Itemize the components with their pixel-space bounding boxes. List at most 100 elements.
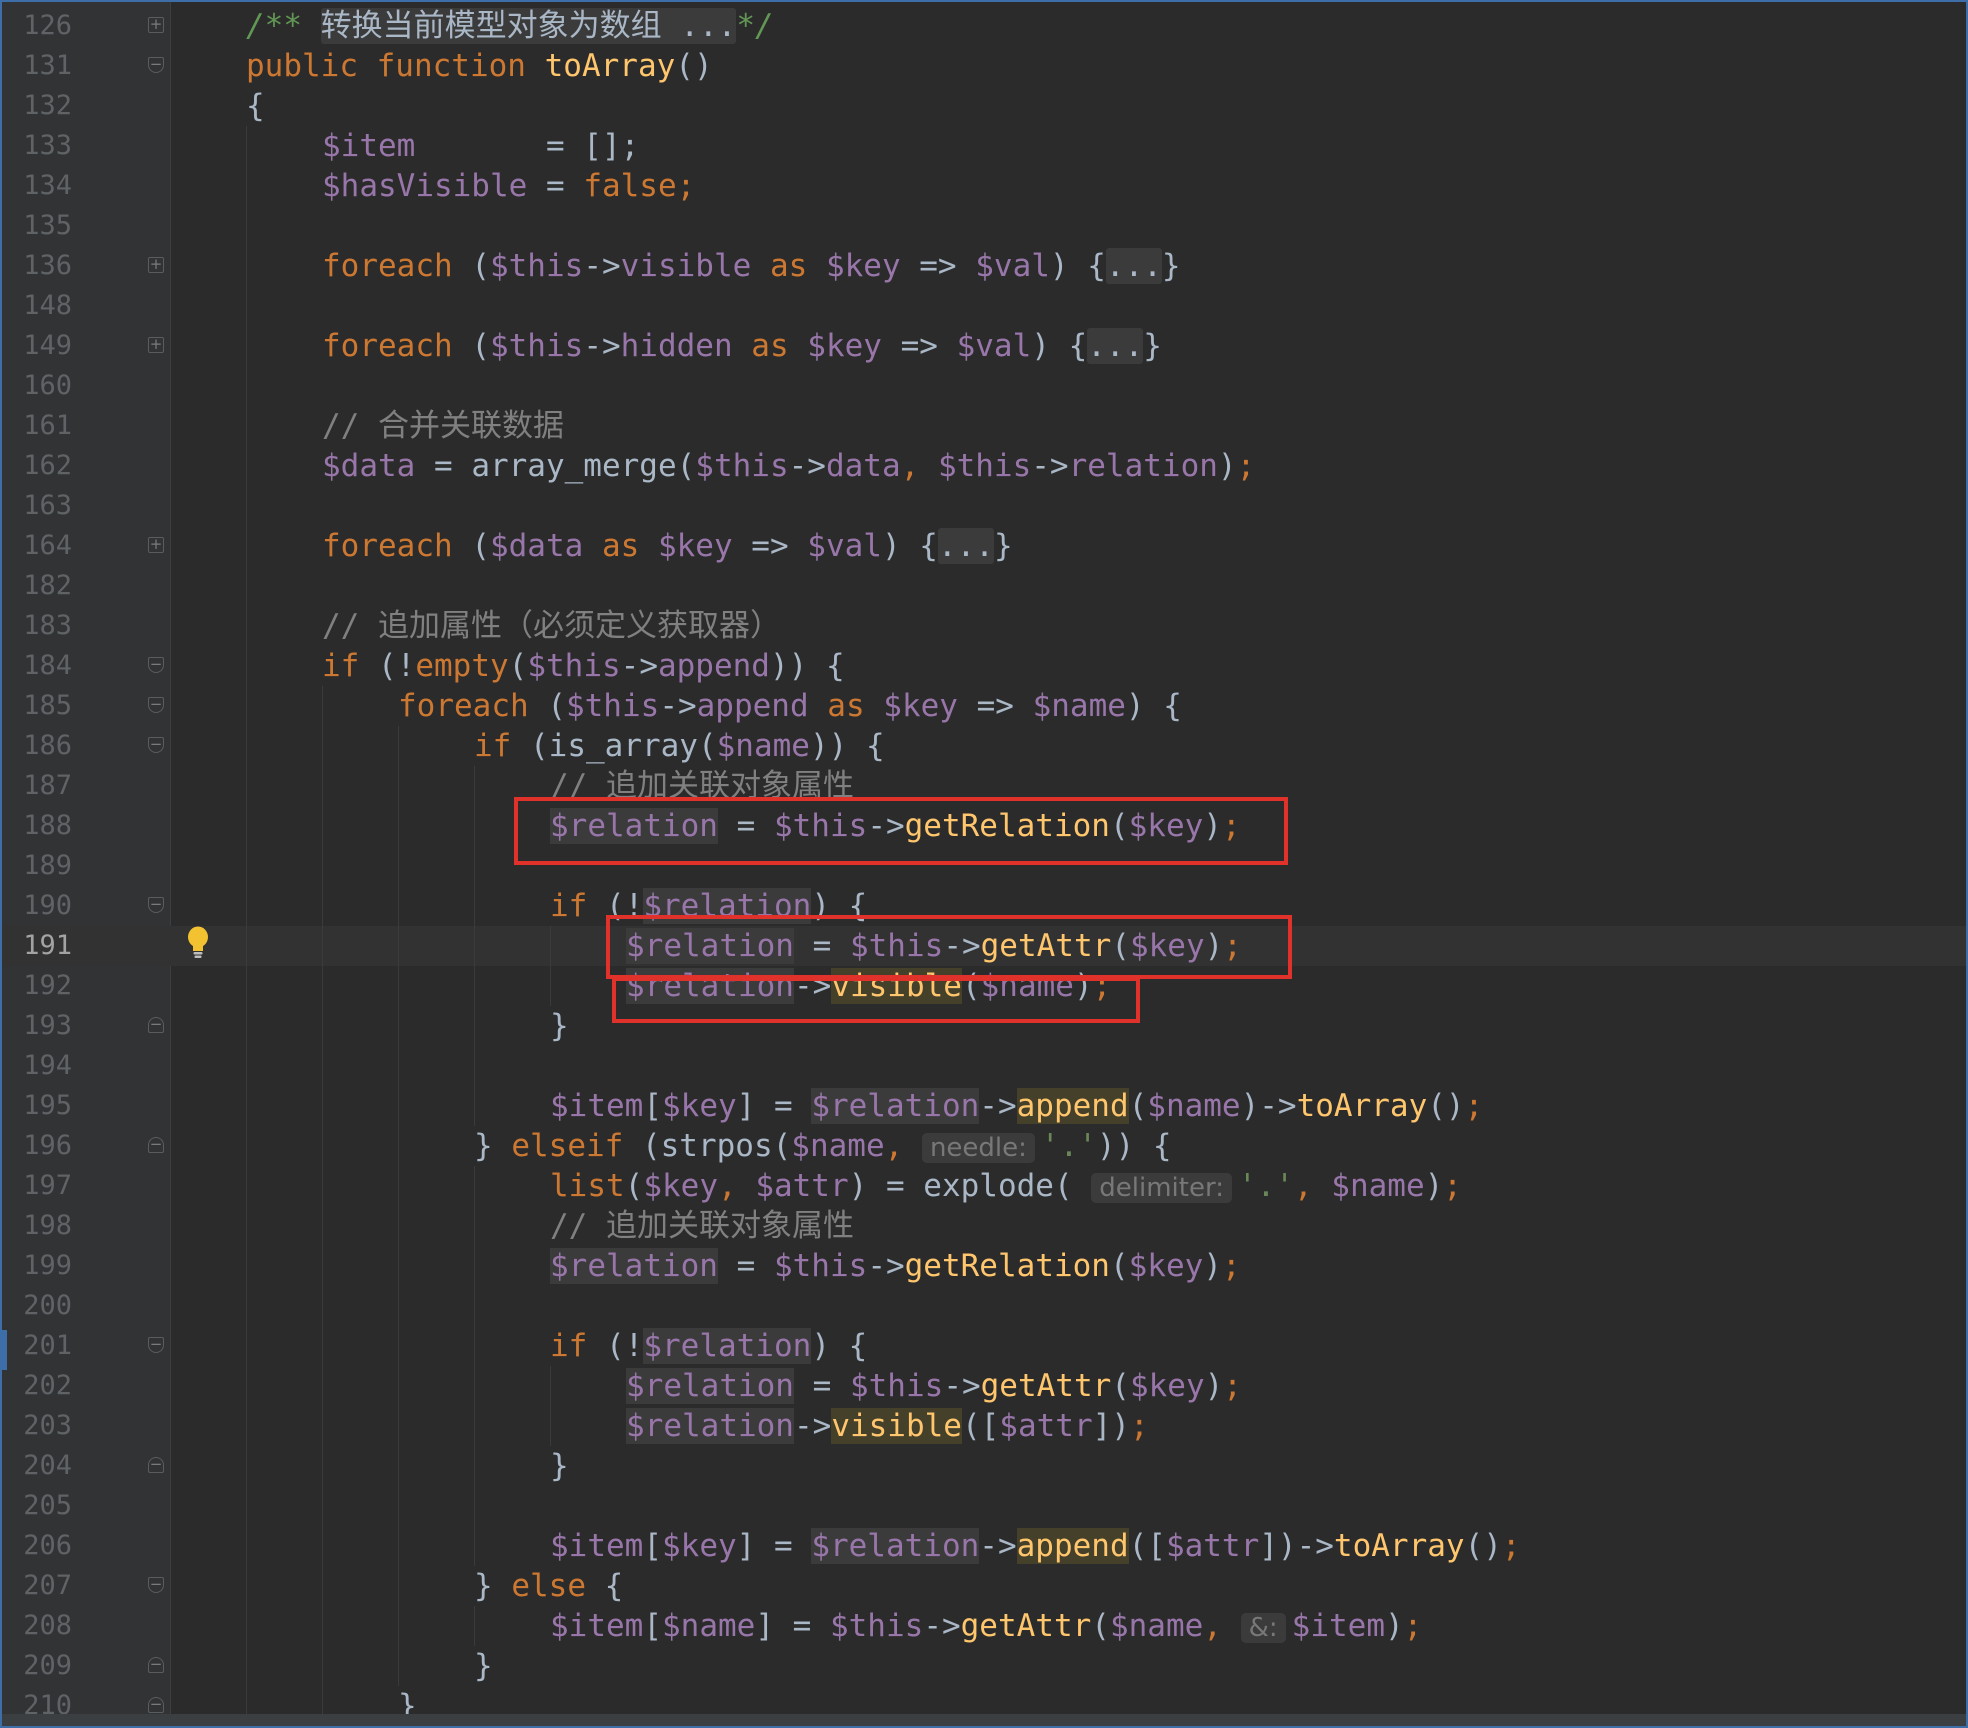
code-line[interactable]: 202 $relation = $this->getAttr($key); (2, 1366, 1966, 1406)
line-number[interactable]: 201 (2, 1326, 72, 1366)
line-number[interactable]: 206 (2, 1526, 72, 1566)
code-line[interactable]: 135 (2, 206, 1966, 246)
code-line[interactable]: 200 (2, 1286, 1966, 1326)
code-text[interactable]: list($key, $attr) = explode( delimiter: '… (550, 1166, 1462, 1206)
code-line[interactable]: 204 −} (2, 1446, 1966, 1486)
line-number[interactable]: 204 (2, 1446, 72, 1486)
code-line[interactable]: 136 + foreach ($this->visible as $key => $… (2, 246, 1966, 286)
code-line[interactable]: 149 + foreach ($this->hidden as $key => $v… (2, 326, 1966, 366)
line-number[interactable]: 189 (2, 846, 72, 886)
code-text[interactable]: $relation = $this->getAttr($key); (626, 926, 1242, 966)
code-line[interactable]: 207−} else { (2, 1566, 1966, 1606)
code-line[interactable]: 198 // 追加关联对象属性 (2, 1206, 1966, 1246)
code-line[interactable]: 197 list($key, $attr) = explode( delimite… (2, 1166, 1966, 1206)
code-line[interactable]: 189 (2, 846, 1966, 886)
code-text[interactable]: foreach ($this->visible as $key => $val)… (322, 246, 1181, 286)
folded-code-placeholder[interactable]: ... (1105, 248, 1162, 284)
line-number[interactable]: 133 (2, 126, 72, 166)
line-number[interactable]: 197 (2, 1166, 72, 1206)
line-number[interactable]: 160 (2, 366, 72, 406)
code-text[interactable]: $item = []; (322, 126, 639, 166)
code-editor[interactable]: 126 + /** 转换当前模型对象为数组 ...*/ 131 − public func… (0, 0, 1968, 1728)
line-number[interactable]: 134 (2, 166, 72, 206)
horizontal-scrollbar[interactable] (2, 1714, 1966, 1726)
code-line[interactable]: 205 (2, 1486, 1966, 1526)
code-line[interactable]: 126 + /** 转换当前模型对象为数组 ...*/ (2, 6, 1966, 46)
line-number[interactable]: 198 (2, 1206, 72, 1246)
code-line[interactable]: 182 (2, 566, 1966, 606)
line-number[interactable]: 162 (2, 446, 72, 486)
line-number[interactable]: 208 (2, 1606, 72, 1646)
line-number[interactable]: 184 (2, 646, 72, 686)
code-line[interactable]: 148 (2, 286, 1966, 326)
code-line[interactable]: 196−} elseif (strpos($name, needle: '.'))… (2, 1126, 1966, 1166)
code-text[interactable]: // 追加关联对象属性 (550, 766, 854, 806)
fold-minus-icon[interactable]: − (148, 1577, 164, 1593)
line-number[interactable]: 209 (2, 1646, 72, 1686)
code-line[interactable]: 164 + foreach ($data as $key => $val) {...… (2, 526, 1966, 566)
code-text[interactable]: if (!$relation) { (550, 886, 867, 926)
code-line[interactable]: 201 − if (!$relation) { (2, 1326, 1966, 1366)
code-line[interactable]: 191 $relation = $this->getAttr($key); (2, 926, 1966, 966)
line-number[interactable]: 163 (2, 486, 72, 526)
folded-code-placeholder[interactable]: ... (1087, 328, 1144, 364)
code-line[interactable]: 183 // 追加属性（必须定义获取器） (2, 606, 1966, 646)
line-number[interactable]: 149 (2, 326, 72, 366)
code-line[interactable]: 163 (2, 486, 1966, 526)
line-number[interactable]: 161 (2, 406, 72, 446)
code-line[interactable]: 161 // 合并关联数据 (2, 406, 1966, 446)
code-line[interactable]: 206 $item[$key] = $relation->append([$att… (2, 1526, 1966, 1566)
code-text[interactable]: foreach ($this->append as $key => $name)… (398, 686, 1182, 726)
fold-minus-icon[interactable]: − (148, 657, 164, 673)
code-line[interactable]: 187 // 追加关联对象属性 (2, 766, 1966, 806)
code-text[interactable]: foreach ($this->hidden as $key => $val) … (322, 326, 1162, 366)
fold-minus-icon[interactable]: − (148, 1337, 164, 1353)
code-text[interactable]: if (!empty($this->append)) { (322, 646, 845, 686)
code-line[interactable]: 132 { (2, 86, 1966, 126)
code-text[interactable]: } (474, 1646, 493, 1686)
code-text[interactable]: public function toArray() (246, 46, 713, 86)
code-line[interactable]: 186 − if (is_array($name)) { (2, 726, 1966, 766)
line-number[interactable]: 205 (2, 1486, 72, 1526)
fold-minus-icon[interactable]: − (148, 1017, 164, 1033)
code-text[interactable]: /** 转换当前模型对象为数组 ...*/ (246, 6, 774, 46)
code-line[interactable]: 209 −} (2, 1646, 1966, 1686)
code-line[interactable]: 195 $item[$key] = $relation->append($name… (2, 1086, 1966, 1126)
code-text[interactable]: // 追加属性（必须定义获取器） (322, 606, 781, 646)
fold-minus-icon[interactable]: − (148, 1697, 164, 1713)
line-number[interactable]: 190 (2, 886, 72, 926)
code-text[interactable]: $relation->visible($name); (626, 966, 1111, 1006)
code-text[interactable]: if (!$relation) { (550, 1326, 867, 1366)
line-number[interactable]: 126 (2, 6, 72, 46)
code-line[interactable]: 188 $relation = $this->getRelation($key); (2, 806, 1966, 846)
code-text[interactable]: $item[$key] = $relation->append([$attr])… (550, 1526, 1521, 1566)
fold-plus-icon[interactable]: + (148, 257, 164, 273)
code-line[interactable]: 185 − foreach ($this->append as $key => $n… (2, 686, 1966, 726)
line-number[interactable]: 202 (2, 1366, 72, 1406)
line-number[interactable]: 203 (2, 1406, 72, 1446)
line-number[interactable]: 148 (2, 286, 72, 326)
code-text[interactable]: $relation = $this->getAttr($key); (626, 1366, 1242, 1406)
line-number[interactable]: 200 (2, 1286, 72, 1326)
code-line[interactable]: 203 $relation->visible([$attr]); (2, 1406, 1966, 1446)
code-text[interactable]: } (550, 1006, 569, 1046)
code-text[interactable]: } else { (474, 1566, 623, 1606)
fold-minus-icon[interactable]: − (148, 897, 164, 913)
code-line[interactable]: 133 $item = []; (2, 126, 1966, 166)
code-text[interactable]: $item[$name] = $this->getAttr($name, &: $… (550, 1606, 1422, 1646)
folded-code-placeholder[interactable]: ... (937, 528, 994, 564)
code-text[interactable]: } (550, 1446, 569, 1486)
code-text[interactable]: $relation = $this->getRelation($key); (550, 1246, 1241, 1286)
code-text[interactable]: } elseif (strpos($name, needle: '.')) { (474, 1126, 1172, 1166)
code-line[interactable]: 194 (2, 1046, 1966, 1086)
code-line[interactable]: 208 $item[$name] = $this->getAttr($name, … (2, 1606, 1966, 1646)
fold-minus-icon[interactable]: − (148, 57, 164, 73)
code-text[interactable]: $relation = $this->getRelation($key); (550, 806, 1241, 846)
code-line[interactable]: 131 − public function toArray() (2, 46, 1966, 86)
line-number[interactable]: 164 (2, 526, 72, 566)
code-text[interactable]: $hasVisible = false; (322, 166, 695, 206)
lightbulb-icon[interactable] (186, 926, 210, 960)
code-line[interactable]: 193 −} (2, 1006, 1966, 1046)
line-number[interactable]: 131 (2, 46, 72, 86)
fold-minus-icon[interactable]: − (148, 1137, 164, 1153)
